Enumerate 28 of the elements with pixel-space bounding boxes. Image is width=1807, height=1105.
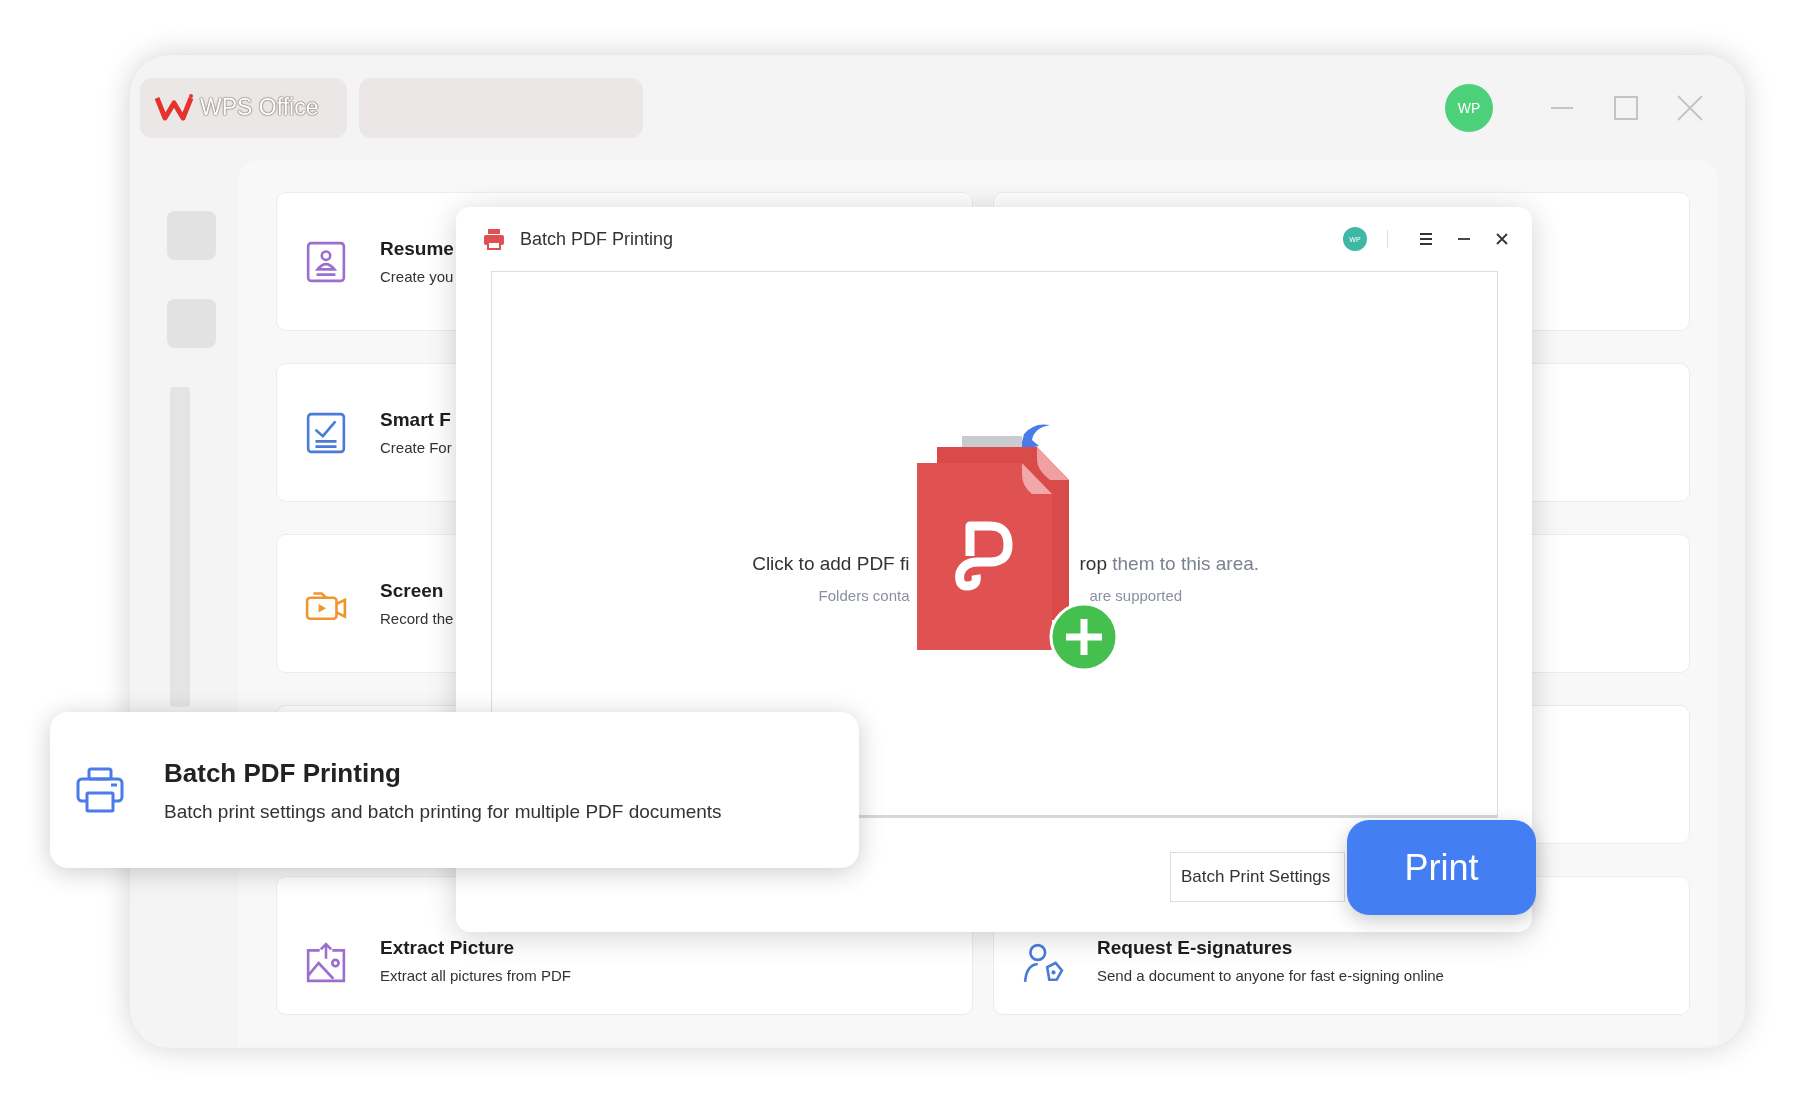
card-title: Screen [380,580,445,602]
card-title: Request E-signatures [1097,937,1294,959]
resume-icon [305,240,347,283]
card-title: Extract Picture [380,937,516,959]
card-description: Create you [380,268,454,285]
feature-title: Batch PDF Printing [164,757,402,789]
drop-note: Folders conta [817,587,910,604]
image-upload-icon [305,942,347,984]
logo-tab[interactable]: WPS Office [140,77,347,138]
scrollbar[interactable] [170,387,190,707]
person-pen-icon [1022,942,1064,984]
card-description: Create For [380,439,452,456]
logo-icon [154,92,194,123]
card-description: Send a document to anyone for fast e-signing online [1097,967,1444,984]
batch-print-settings-button[interactable]: Batch Print Settings [1170,852,1345,902]
drop-note: are supported [1088,587,1184,604]
drop-hint: Click to add PDF fi [751,553,910,575]
dialog-title: Batch PDF Printing [520,228,674,250]
card-title: Smart F [380,409,452,431]
card-description: Extract all pictures from PDF [380,967,571,984]
checklist-icon [305,411,347,454]
drop-hint: them to this area. [1112,553,1260,574]
drop-hint: rop [1079,553,1107,574]
card-title: Resume [380,238,454,260]
printer-icon [482,227,506,251]
card-description: Record the [380,610,454,627]
print-button[interactable]: Print [1347,820,1536,915]
printer-icon [75,765,125,815]
